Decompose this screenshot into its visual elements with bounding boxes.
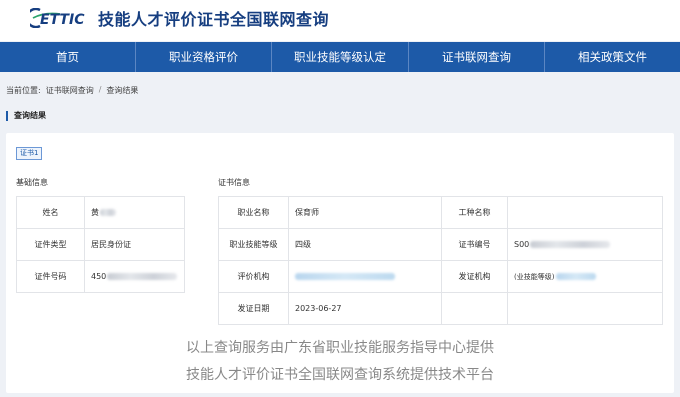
eval-org-label: 评价机构 bbox=[218, 260, 289, 293]
name-value: 黄 bbox=[84, 196, 185, 229]
redacted-mask bbox=[107, 273, 178, 280]
breadcrumb: 当前位置: 证书联网查询 / 查询结果 bbox=[6, 85, 138, 96]
empty-cell bbox=[507, 292, 663, 325]
cert-number-label: 证书编号 bbox=[441, 228, 508, 261]
id-number-value: 450 bbox=[84, 260, 185, 293]
id-type-label: 证件类型 bbox=[16, 228, 85, 261]
breadcrumb-item-result: 查询结果 bbox=[106, 86, 139, 95]
site-header: ETTIC 技能人才评价证书全国联网查询 bbox=[0, 0, 680, 41]
table-row: 评价机构 发证机构 (业技能等级) bbox=[218, 260, 663, 293]
table-row: 职业技能等级 四级 证书编号 S00 bbox=[218, 228, 663, 261]
section-title: 查询结果 bbox=[6, 111, 46, 121]
issue-org-value: (业技能等级) bbox=[507, 260, 663, 293]
nav-home[interactable]: 首页 bbox=[0, 42, 135, 72]
redacted-mask bbox=[100, 209, 116, 216]
table-row: 职业名称 保育师 工种名称 bbox=[218, 196, 663, 229]
skill-level-value: 四级 bbox=[288, 228, 442, 261]
trade-value bbox=[507, 196, 663, 229]
occupation-value: 保育师 bbox=[288, 196, 442, 229]
table-row: 发证日期 2023-06-27 bbox=[218, 292, 663, 325]
eval-org-value bbox=[288, 260, 442, 293]
table-row: 证件号码 450 bbox=[16, 260, 185, 293]
table-row: 证件类型 居民身份证 bbox=[16, 228, 185, 261]
logo-text: ETTIC bbox=[40, 12, 85, 28]
site-title: 技能人才评价证书全国联网查询 bbox=[98, 10, 330, 29]
redacted-mask bbox=[556, 272, 597, 280]
issue-date-value: 2023-06-27 bbox=[288, 292, 442, 325]
footer-service-provider: 以上查询服务由广东省职业技能服务指导中心提供 bbox=[186, 340, 494, 356]
name-label: 姓名 bbox=[16, 196, 85, 229]
issue-org-label: 发证机构 bbox=[441, 260, 508, 293]
main-nav: 首页 职业资格评价 职业技能等级认定 证书联网查询 相关政策文件 bbox=[0, 42, 680, 72]
certificate-tab[interactable]: 证书1 bbox=[16, 147, 43, 160]
breadcrumb-prefix: 当前位置: bbox=[6, 86, 41, 95]
breadcrumb-item-query[interactable]: 证书联网查询 bbox=[46, 85, 94, 96]
basic-info-table: 姓名 黄 证件类型 居民身份证 证件号码 450 bbox=[16, 196, 185, 293]
redacted-mask bbox=[295, 273, 395, 280]
id-number-label: 证件号码 bbox=[16, 260, 85, 293]
trade-label: 工种名称 bbox=[441, 196, 508, 229]
nav-skill-level-certification[interactable]: 职业技能等级认定 bbox=[271, 42, 408, 72]
issue-date-label: 发证日期 bbox=[218, 292, 289, 325]
certificate-info-title: 证书信息 bbox=[218, 178, 250, 187]
certificate-info-table: 职业名称 保育师 工种名称 职业技能等级 四级 证书编号 S00 评价机构 发证… bbox=[218, 196, 663, 325]
cert-number-value: S00 bbox=[507, 228, 663, 261]
ettic-logo-icon: ETTIC bbox=[30, 8, 94, 28]
nav-policy-documents[interactable]: 相关政策文件 bbox=[544, 42, 680, 72]
occupation-label: 职业名称 bbox=[218, 196, 289, 229]
basic-info-title: 基础信息 bbox=[16, 178, 48, 187]
footer-platform-provider: 技能人才评价证书全国联网查询系统提供技术平台 bbox=[186, 367, 494, 383]
skill-level-label: 职业技能等级 bbox=[218, 228, 289, 261]
redacted-mask bbox=[530, 241, 611, 248]
breadcrumb-separator: / bbox=[98, 85, 102, 94]
nav-qualification-evaluation[interactable]: 职业资格评价 bbox=[135, 42, 271, 72]
nav-certificate-query[interactable]: 证书联网查询 bbox=[408, 42, 544, 72]
id-type-value: 居民身份证 bbox=[84, 228, 185, 261]
site-logo[interactable]: ETTIC 技能人才评价证书全国联网查询 bbox=[30, 7, 329, 29]
empty-cell bbox=[441, 292, 508, 325]
table-row: 姓名 黄 bbox=[16, 196, 185, 229]
